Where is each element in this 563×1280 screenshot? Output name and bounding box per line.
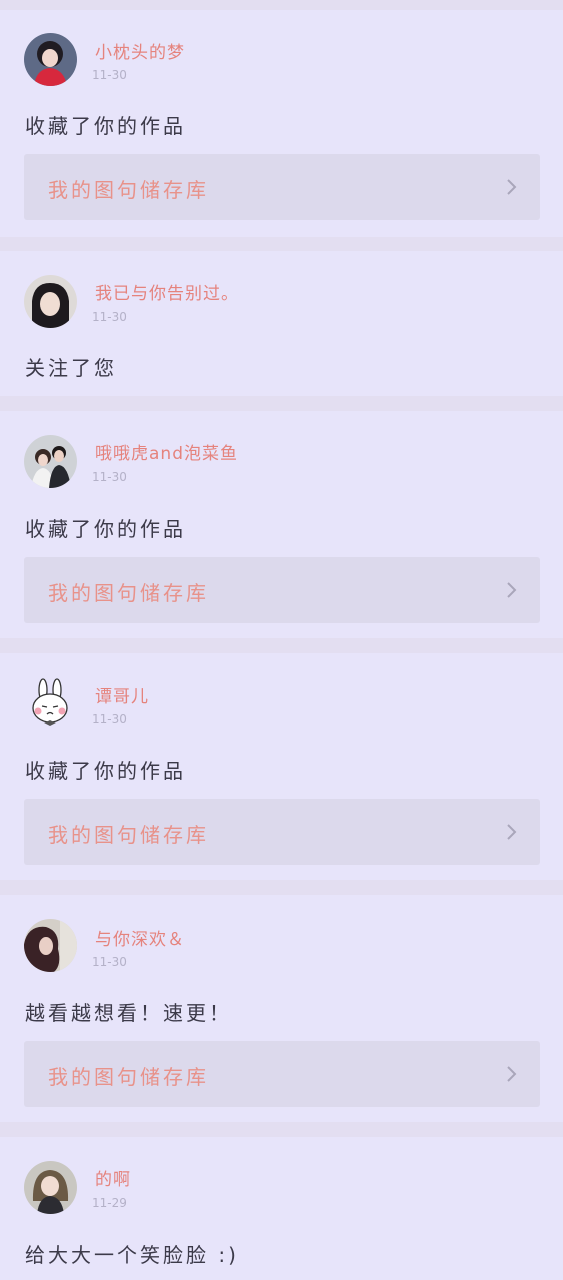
chevron-right-icon xyxy=(507,1066,517,1082)
work-link-label: 我的图句储存库 xyxy=(48,581,209,605)
notification-card: 谭哥儿 11-30 收藏了你的作品 我的图句储存库 xyxy=(0,653,563,880)
timestamp: 11-29 xyxy=(92,1196,127,1210)
notification-message: 收藏了你的作品 xyxy=(25,759,186,783)
notification-card: 与你深欢＆ 11-30 越看越想看！速更！ 我的图句储存库 xyxy=(0,895,563,1122)
notification-message: 越看越想看！速更！ xyxy=(25,1001,232,1025)
timestamp: 11-30 xyxy=(92,68,127,82)
work-link-button[interactable]: 我的图句储存库 xyxy=(24,1041,540,1107)
timestamp: 11-30 xyxy=(92,955,127,969)
timestamp: 11-30 xyxy=(92,310,127,324)
girl-portrait-avatar xyxy=(24,275,77,328)
anime-girl-avatar xyxy=(24,1161,77,1214)
username[interactable]: 与你深欢＆ xyxy=(95,925,185,950)
avatar[interactable] xyxy=(24,435,77,488)
username[interactable]: 谭哥儿 xyxy=(95,682,149,707)
notification-message: 关注了您 xyxy=(25,356,117,380)
timestamp: 11-30 xyxy=(92,470,127,484)
avatar[interactable] xyxy=(24,33,77,86)
username[interactable]: 小枕头的梦 xyxy=(95,38,185,63)
girl-red-scarf-avatar xyxy=(24,33,77,86)
work-link-label: 我的图句储存库 xyxy=(48,178,209,202)
avatar[interactable] xyxy=(24,919,77,972)
couple-photo-avatar xyxy=(24,435,77,488)
notification-message: 收藏了你的作品 xyxy=(25,114,186,138)
avatar[interactable] xyxy=(24,1161,77,1214)
notification-card: 的啊 11-29 给大大一个笑脸脸 :) xyxy=(0,1137,563,1280)
username[interactable]: 我已与你告别过。 xyxy=(95,279,239,304)
work-link-button[interactable]: 我的图句储存库 xyxy=(24,557,540,623)
notification-card: 哦哦虎and泡菜鱼 11-30 收藏了你的作品 我的图句储存库 xyxy=(0,411,563,638)
notification-feed: 小枕头的梦 11-30 收藏了你的作品 我的图句储存库 我已与你告别过。 11-… xyxy=(0,0,563,1280)
avatar[interactable] xyxy=(24,677,77,730)
work-link-button[interactable]: 我的图句储存库 xyxy=(24,799,540,865)
chevron-right-icon xyxy=(507,582,517,598)
avatar[interactable] xyxy=(24,275,77,328)
username[interactable]: 的啊 xyxy=(95,1165,131,1190)
work-link-label: 我的图句储存库 xyxy=(48,1065,209,1089)
chevron-right-icon xyxy=(507,824,517,840)
work-link-label: 我的图句储存库 xyxy=(48,823,209,847)
work-link-button[interactable]: 我的图句储存库 xyxy=(24,154,540,220)
notification-card: 我已与你告别过。 11-30 关注了您 xyxy=(0,251,563,396)
timestamp: 11-30 xyxy=(92,712,127,726)
notification-card: 小枕头的梦 11-30 收藏了你的作品 我的图句储存库 xyxy=(0,10,563,237)
username[interactable]: 哦哦虎and泡菜鱼 xyxy=(95,439,238,464)
notification-message: 收藏了你的作品 xyxy=(25,517,186,541)
long-hair-girl-avatar xyxy=(24,919,77,972)
chevron-right-icon xyxy=(507,179,517,195)
bunny-cartoon-avatar xyxy=(24,677,77,730)
notification-message: 给大大一个笑脸脸 :) xyxy=(25,1243,239,1267)
